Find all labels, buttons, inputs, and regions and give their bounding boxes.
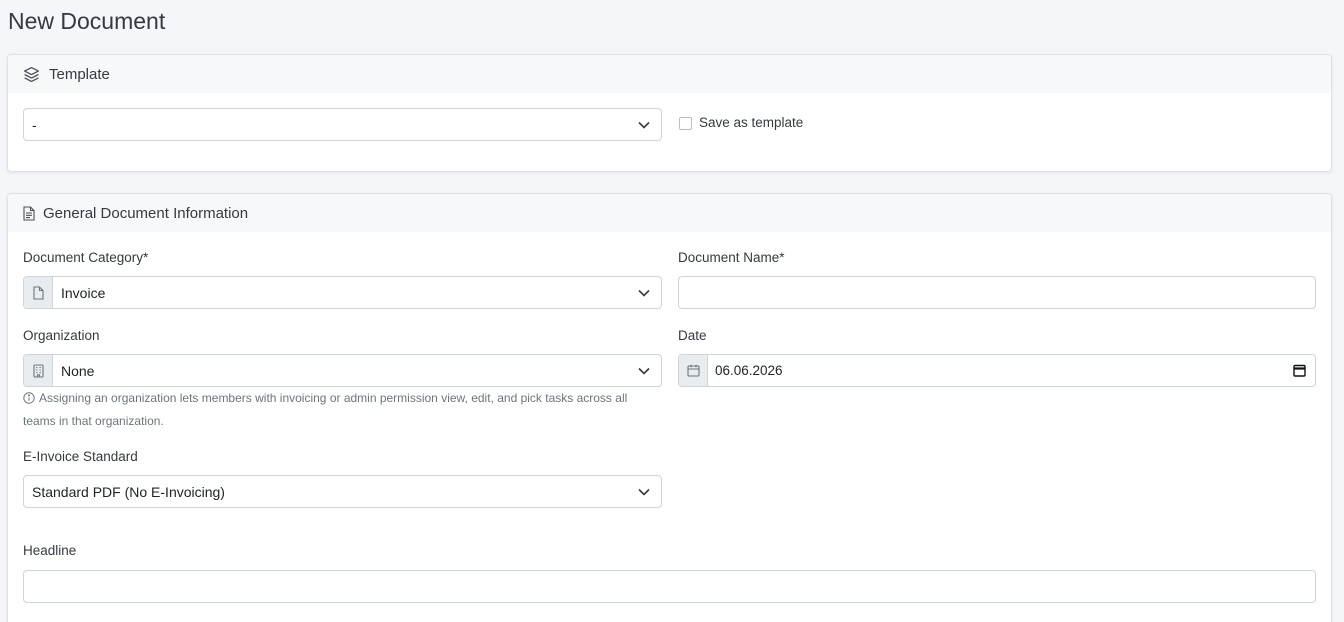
document-name-input[interactable] xyxy=(678,276,1316,309)
file-icon xyxy=(24,277,53,308)
organization-help-label: Assigning an organization lets members w… xyxy=(23,391,628,428)
save-as-template-checkbox[interactable] xyxy=(679,117,692,130)
organization-select[interactable]: None xyxy=(23,354,662,387)
date-value: 06.06.2026 xyxy=(715,363,783,378)
template-card-header: Template xyxy=(8,55,1331,93)
calendar-picker-icon[interactable] xyxy=(1283,364,1315,377)
organization-label: Organization xyxy=(23,328,100,343)
general-info-card-header: General Document Information xyxy=(8,194,1331,232)
chevron-down-icon xyxy=(627,289,661,297)
chevron-down-icon xyxy=(627,121,661,129)
document-icon xyxy=(22,204,36,222)
chevron-down-icon xyxy=(627,488,661,496)
building-icon xyxy=(24,355,53,386)
document-category-value: Invoice xyxy=(61,284,106,301)
template-card-title: Template xyxy=(49,65,110,83)
page-title: New Document xyxy=(8,8,166,34)
template-select-value: - xyxy=(32,116,37,133)
info-icon xyxy=(23,390,35,411)
einvoice-standard-value: Standard PDF (No E-Invoicing) xyxy=(32,483,225,500)
organization-value: None xyxy=(61,362,95,379)
einvoice-standard-select[interactable]: Standard PDF (No E-Invoicing) xyxy=(23,475,662,508)
general-info-card-title: General Document Information xyxy=(43,204,249,222)
calendar-icon xyxy=(679,355,708,386)
organization-help-text: Assigning an organization lets members w… xyxy=(23,388,663,432)
einvoice-standard-label: E-Invoice Standard xyxy=(23,449,138,464)
document-category-select[interactable]: Invoice xyxy=(23,276,662,309)
date-label: Date xyxy=(678,328,707,343)
save-as-template-label[interactable]: Save as template xyxy=(699,115,803,130)
document-category-label: Document Category* xyxy=(23,250,149,265)
headline-label: Headline xyxy=(23,543,77,558)
document-name-label: Document Name* xyxy=(678,250,785,265)
template-card: Template - Save as template xyxy=(7,54,1332,172)
layers-icon xyxy=(22,65,40,83)
chevron-down-icon xyxy=(627,367,661,375)
headline-input[interactable] xyxy=(23,570,1316,603)
template-select[interactable]: - xyxy=(23,108,662,141)
general-info-card: General Document Information Document Ca… xyxy=(7,193,1332,622)
date-input[interactable]: 06.06.2026 xyxy=(678,354,1316,387)
